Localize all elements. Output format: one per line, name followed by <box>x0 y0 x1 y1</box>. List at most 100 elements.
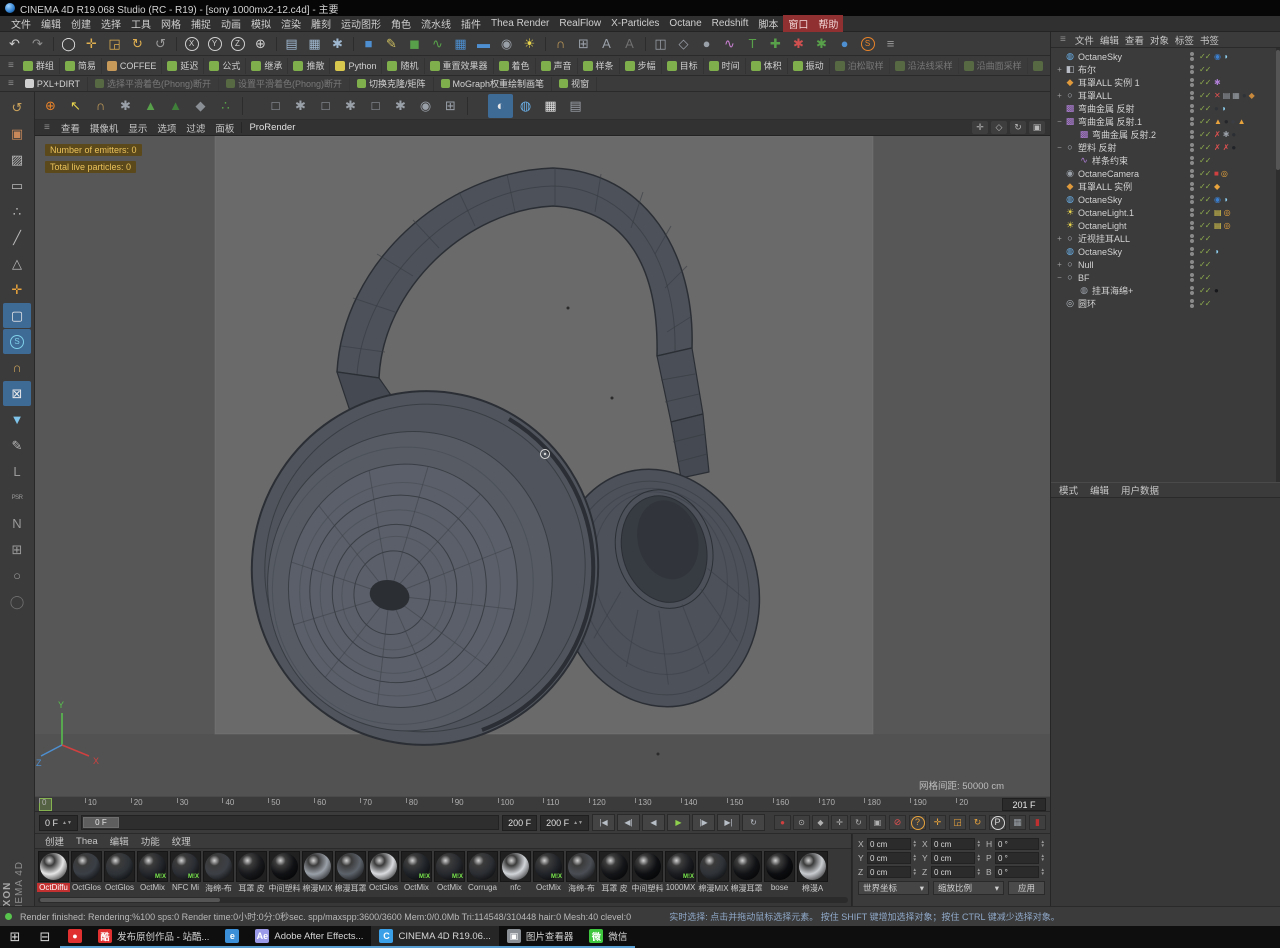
viewport-menu-item[interactable]: 摄像机 <box>85 121 124 135</box>
object-name[interactable]: Null <box>1078 260 1189 270</box>
object-name[interactable]: 弯曲金属 反射.2 <box>1092 128 1189 141</box>
object-row[interactable]: − ○ 塑料 反射 ✗ ✗ ● <box>1053 141 1278 154</box>
live-selection-icon[interactable]: ◯ <box>57 34 80 54</box>
goto-end-icon[interactable]: ▶| <box>717 814 740 831</box>
object-manager-menu-item[interactable]: 文件 <box>1072 33 1097 47</box>
pen-spline-icon[interactable]: ✎ <box>380 34 403 54</box>
goto-start-icon[interactable]: |◀ <box>592 814 615 831</box>
object-row[interactable]: + ○ Null <box>1053 258 1278 271</box>
magnet-tool-icon[interactable]: ∩ <box>3 355 31 380</box>
object-name[interactable]: OctaneCamera <box>1078 169 1189 179</box>
material-thumbnail[interactable] <box>335 851 366 882</box>
lock-x-axis-icon[interactable]: X <box>180 34 203 54</box>
make-editable-icon[interactable]: ↺ <box>3 95 31 120</box>
object-row[interactable]: ◆ 耳罩ALL 实例 1 ✱ <box>1053 76 1278 89</box>
material-thumbnail[interactable] <box>38 851 69 882</box>
material-label[interactable]: 耳罩 皮 <box>601 883 627 894</box>
material-label[interactable]: 中间塑料 <box>632 883 664 894</box>
material-label[interactable]: NFC Mi <box>172 883 199 892</box>
wire-globe-icon[interactable]: ◍ <box>513 94 538 118</box>
move-small-icon[interactable]: ✛ <box>929 815 946 830</box>
visibility-dots-icon[interactable] <box>1189 182 1195 191</box>
object-row[interactable]: ◍ 挂耳海绵+ ● <box>1053 284 1278 297</box>
expand-toggle-icon[interactable]: − <box>1055 273 1064 282</box>
material-label[interactable]: OctDiffu <box>37 883 70 892</box>
viewport-menu-item[interactable]: 过滤 <box>181 121 210 135</box>
coordinate-value-input[interactable]: 0 cm <box>931 866 975 878</box>
object-name[interactable]: 弯曲金属 反射 <box>1078 102 1189 115</box>
menu-item[interactable]: X-Particles <box>606 17 664 30</box>
scale-tool-icon[interactable]: ◲ <box>103 34 126 54</box>
menu-item[interactable]: 创建 <box>66 15 96 32</box>
apply-button[interactable]: 应用 <box>1008 881 1046 895</box>
tag-icon[interactable]: ◑ <box>1214 247 1219 256</box>
material-item[interactable]: 棉漫A <box>796 851 829 894</box>
timeline-slider[interactable]: 0 F <box>80 815 500 830</box>
pine-tree-icon[interactable]: ▲ <box>163 94 188 118</box>
visibility-dots-icon[interactable] <box>1189 65 1195 74</box>
object-name[interactable]: 塑料 反射 <box>1078 141 1189 154</box>
visibility-dots-icon[interactable] <box>1189 156 1195 165</box>
knife-tool-icon[interactable]: ✎ <box>3 433 31 458</box>
material-item[interactable]: 中间塑料 <box>268 851 301 894</box>
enable-checks-icon[interactable] <box>1199 247 1214 256</box>
visibility-dots-icon[interactable] <box>1189 286 1195 295</box>
material-item[interactable]: 海绵-布 <box>202 851 235 894</box>
effector-button[interactable]: 体积 <box>746 57 788 74</box>
material-thumbnail[interactable]: M!X <box>170 851 201 882</box>
panel-handle-icon[interactable]: ≡ <box>1056 34 1070 45</box>
menu-item[interactable]: 插件 <box>456 15 486 32</box>
material-item[interactable]: 耳罩 皮 <box>235 851 268 894</box>
viewport-menu-item[interactable]: 选项 <box>152 121 181 135</box>
menu-item[interactable]: 帮助 <box>813 15 844 32</box>
enable-checks-icon[interactable] <box>1199 104 1214 113</box>
material-item[interactable]: OctDiffu <box>37 851 70 892</box>
tag-command-button[interactable]: MoGraph权重绘制画笔 <box>434 76 553 91</box>
enable-checks-icon[interactable] <box>1199 65 1214 74</box>
object-row[interactable]: ☀ OctaneLight ▤ ◎ <box>1053 219 1278 232</box>
object-manager-menu-item[interactable]: 对象 <box>1147 33 1172 47</box>
lock-workplane-icon[interactable]: ⊠ <box>3 381 31 406</box>
timeline-slider-thumb[interactable]: 0 F <box>82 817 119 828</box>
object-row[interactable]: ◎ 圆环 <box>1053 297 1278 310</box>
attribute-tab[interactable]: 模式 <box>1059 483 1078 497</box>
coordinate-stepper-icon[interactable] <box>977 854 981 862</box>
undo-icon[interactable]: ↶ <box>3 34 26 54</box>
tag-icon[interactable]: ◑ <box>1221 104 1226 113</box>
taskbar-app-button[interactable]: ● <box>60 926 90 948</box>
visibility-dots-icon[interactable] <box>1189 130 1195 139</box>
object-manager-menu-item[interactable]: 编辑 <box>1097 33 1122 47</box>
object-manager-menu-item[interactable]: 标签 <box>1172 33 1197 47</box>
material-thumbnail[interactable] <box>566 851 597 882</box>
snap-toggle-icon[interactable]: ∩ <box>549 34 572 54</box>
material-item[interactable]: nfc <box>499 851 532 892</box>
menu-item[interactable]: 编辑 <box>36 15 66 32</box>
tag-command-button[interactable]: 选择平滑着色(Phong)断开 <box>88 76 219 91</box>
enable-checks-icon[interactable] <box>1199 208 1214 217</box>
object-tree-scrollbar[interactable] <box>1276 48 1280 482</box>
cursor-icon[interactable]: ↖ <box>63 94 88 118</box>
coordinate-value-input[interactable]: 0 cm <box>931 838 975 850</box>
toggle-box-3-icon[interactable]: □ <box>363 94 388 118</box>
camera-object-icon[interactable]: ◉ <box>495 34 518 54</box>
menu-item[interactable]: 模拟 <box>246 15 276 32</box>
taskbar-app-button[interactable]: 酷 发布原创作品 - 站酷... <box>90 926 218 948</box>
circle-dim-icon[interactable]: ◯ <box>3 589 31 614</box>
effector-button[interactable]: 声音 <box>536 57 578 74</box>
material-label[interactable]: Corruga <box>468 883 497 892</box>
effector-button[interactable]: 随机 <box>382 57 425 74</box>
menu-item[interactable]: 工具 <box>126 15 156 32</box>
effector-button[interactable]: 重置效果器 <box>425 57 494 74</box>
menu-item[interactable]: 雕刻 <box>306 15 336 32</box>
material-menu-item[interactable]: 创建 <box>40 834 69 848</box>
coordinate-value-input[interactable]: 0 ° <box>995 866 1039 878</box>
grass-icon[interactable]: ∴ <box>213 94 238 118</box>
menu-item[interactable]: 运动图形 <box>336 15 386 32</box>
effector-button[interactable]: 时间 <box>704 57 746 74</box>
toggle-box-1-icon[interactable]: □ <box>263 94 288 118</box>
toggle-box-2-icon[interactable]: □ <box>313 94 338 118</box>
prev-key-icon[interactable]: ◀| <box>617 814 640 831</box>
auto-switch-b-icon[interactable]: A <box>618 34 641 54</box>
material-label[interactable]: 棉漫MIX <box>698 883 728 894</box>
menu-item[interactable]: Redshift <box>707 17 754 30</box>
